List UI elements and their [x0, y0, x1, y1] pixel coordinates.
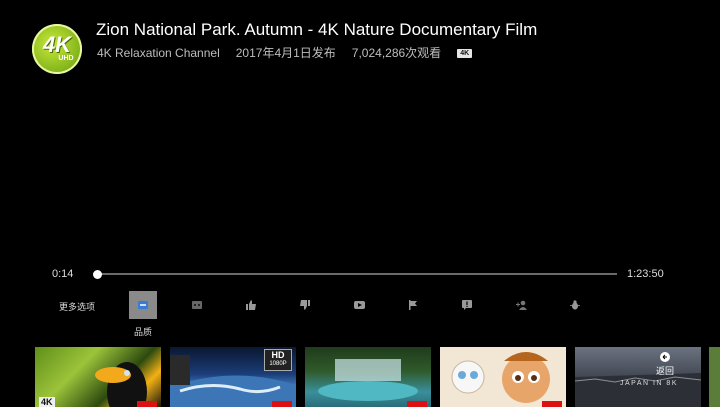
duration-badge — [272, 401, 292, 407]
duration-badge — [137, 401, 157, 407]
thumbs-down-icon — [300, 300, 310, 310]
logo-text: 4K — [42, 32, 72, 57]
waterfall-image — [318, 359, 418, 401]
related-video-thumb[interactable] — [709, 347, 720, 407]
youtube-icon — [353, 301, 365, 309]
current-time: 0:14 — [52, 268, 74, 280]
hd-badge: HD 1080P — [264, 349, 292, 371]
quality-button[interactable] — [129, 291, 157, 319]
hd-badge-main: HD — [271, 350, 285, 360]
channel-name: 4K Relaxation Channel — [97, 45, 220, 60]
like-button[interactable] — [237, 291, 265, 319]
back-button[interactable]: 返回 — [656, 352, 674, 377]
total-time: 1:23:50 — [627, 268, 664, 280]
thumbnail-caption: JAPAN IN 8K — [620, 380, 678, 387]
add-user-icon — [515, 300, 527, 310]
captions-icon — [192, 301, 202, 309]
flag-icon — [409, 300, 417, 310]
alert-icon — [462, 300, 472, 310]
duration-badge — [407, 401, 427, 407]
logo-subtext: UHD — [58, 55, 74, 62]
back-label: 返回 — [656, 366, 675, 376]
duration-badge — [542, 401, 562, 407]
add-account-button[interactable] — [507, 291, 535, 319]
cityscape-image — [575, 373, 701, 407]
progress-bar[interactable] — [95, 273, 617, 275]
cartoon-image — [451, 352, 550, 403]
related-video-thumb[interactable] — [575, 347, 701, 407]
view-count: 7,024,286次观看 — [351, 46, 442, 60]
4k-badge: 4K — [39, 397, 55, 407]
dislike-button[interactable] — [291, 291, 319, 319]
youtube-button[interactable] — [345, 291, 373, 319]
debug-button[interactable] — [561, 291, 589, 319]
related-video-thumb[interactable] — [305, 347, 431, 407]
progress-knob[interactable] — [92, 270, 102, 279]
related-video-thumb[interactable]: HD 1080P — [170, 347, 296, 407]
hd-badge-sub: 1080P — [269, 361, 287, 367]
more-options-label[interactable]: 更多选项 — [59, 300, 95, 313]
quality-label: 品质 — [134, 327, 153, 337]
bug-icon — [570, 300, 580, 310]
quality-badge: 4K — [457, 49, 473, 58]
quality-icon — [138, 301, 148, 309]
captions-button[interactable] — [183, 291, 211, 319]
channel-avatar: 4K UHD — [32, 24, 82, 74]
feedback-button[interactable] — [453, 291, 481, 319]
back-icon — [660, 352, 670, 362]
related-video-thumb[interactable]: 4K — [35, 347, 161, 407]
video-title: Zion National Park. Autumn - 4K Nature D… — [96, 20, 538, 39]
related-video-thumb[interactable] — [440, 347, 566, 407]
report-button[interactable] — [399, 291, 427, 319]
video-meta: 4K Relaxation Channel 2017年4月1日发布 7,024,… — [97, 44, 488, 61]
thumbs-up-icon — [246, 300, 256, 310]
publish-date: 2017年4月1日发布 — [235, 46, 336, 60]
